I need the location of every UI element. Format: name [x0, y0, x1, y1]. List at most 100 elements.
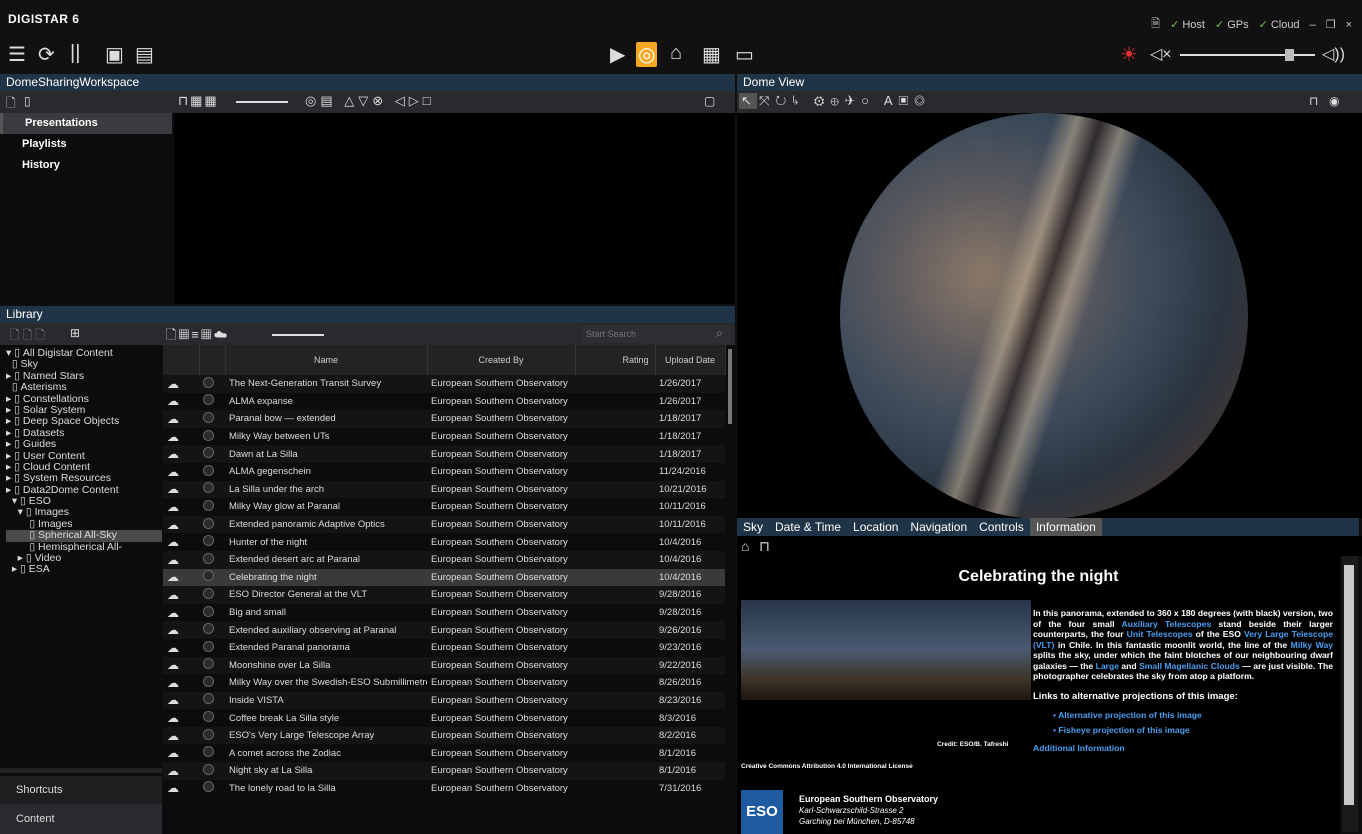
home-icon[interactable]: ⌂: [741, 538, 749, 554]
shortcuts-tab[interactable]: Shortcuts: [0, 776, 162, 804]
tree-item[interactable]: ▸ ▯ ESA: [6, 564, 162, 575]
cloud-download-icon[interactable]: ☁: [163, 392, 199, 411]
tree-expander[interactable]: ▸: [6, 553, 26, 564]
note-icon[interactable]: ▢: [704, 94, 715, 108]
tree-item[interactable]: ▸ ▯ Named Stars: [6, 371, 162, 382]
cloud-download-icon[interactable]: ☁: [163, 603, 199, 622]
link-smc[interactable]: Small Magellanic Clouds: [1139, 661, 1240, 671]
tree-item[interactable]: ▾ ▯ Images: [6, 507, 162, 518]
panorama-image[interactable]: [741, 600, 1031, 700]
sync-icon[interactable]: ⟳: [38, 42, 55, 67]
lock-icon[interactable]: ⊓: [759, 538, 770, 555]
volume-slider[interactable]: [1180, 54, 1315, 56]
tree-item[interactable]: ▸ ▯ Constellations: [6, 394, 162, 405]
pointer-icon[interactable]: ↖: [739, 93, 757, 109]
nav-playlists[interactable]: Playlists: [0, 134, 172, 155]
tree-expander[interactable]: [6, 530, 29, 541]
cloud-download-icon[interactable]: ☁: [163, 445, 199, 463]
tab-sky[interactable]: Sky: [737, 518, 769, 536]
table-vscroll[interactable]: [728, 349, 732, 424]
tab-controls[interactable]: Controls: [973, 518, 1030, 536]
tree-hscroll[interactable]: [0, 768, 162, 773]
col-rating[interactable]: Rating: [575, 345, 656, 375]
library-tree-tools[interactable]: 🗋🗋🗋: [10, 326, 48, 347]
table-row[interactable]: ☁ A comet across the Zodiac European South…: [163, 744, 725, 763]
tree-expander[interactable]: ▸: [6, 371, 14, 382]
link-large[interactable]: Large: [1096, 661, 1119, 671]
tree-item[interactable]: ▾ ▯ ESO: [6, 496, 162, 507]
size-slider[interactable]: [272, 334, 324, 336]
nav-presentations[interactable]: Presentations: [0, 113, 172, 134]
play-icon[interactable]: ▶: [610, 42, 625, 67]
cloud-download-icon[interactable]: ☁: [163, 638, 199, 657]
table-row[interactable]: ☁ ESO's Very Large Telescope Array Europea…: [163, 726, 725, 745]
minimize-icon[interactable]: –: [1310, 19, 1316, 31]
table-row[interactable]: ☁ Night sky at La Silla European Southern …: [163, 762, 725, 780]
presentation-canvas[interactable]: [174, 113, 735, 304]
tree-item[interactable]: ▸ ▯ Data2Dome Content: [6, 485, 162, 496]
table-row[interactable]: ☁ Inside VISTA European Southern Observato…: [163, 691, 725, 710]
script-icon[interactable]: ▦: [702, 42, 721, 67]
cloud-download-icon[interactable]: ☁: [163, 691, 199, 710]
table-row[interactable]: ☁ Extended desert arc at Paranal European …: [163, 550, 725, 569]
alt-link-2[interactable]: • Fisheye projection of this image: [1033, 725, 1333, 736]
additional-info-link[interactable]: Additional Information: [1033, 743, 1333, 754]
search-icon[interactable]: ⌕: [716, 326, 723, 341]
table-row[interactable]: ☁ Paranal bow — extended European Southern…: [163, 410, 725, 428]
tree-item[interactable]: ▯ Asterisms: [6, 382, 162, 393]
table-row[interactable]: ☁ Milky Way between UTs European Southern …: [163, 427, 725, 446]
tab-navigation[interactable]: Navigation: [904, 518, 973, 536]
tree-item[interactable]: ▸ ▯ System Resources: [6, 473, 162, 484]
table-row[interactable]: ☁ Extended Paranal panorama European South…: [163, 638, 725, 657]
tree-item[interactable]: ▾ ▯ All Digistar Content: [6, 348, 162, 359]
col-name[interactable]: Name: [225, 345, 428, 375]
volume-thumb[interactable]: [1285, 49, 1294, 61]
building-icon[interactable]: ⌂: [670, 42, 682, 65]
bookmark-icon[interactable]: ⊓: [1309, 94, 1318, 108]
tree-expander[interactable]: [6, 519, 29, 530]
tree-item[interactable]: ▸ ▯ Guides: [6, 439, 162, 450]
cloud-download-icon[interactable]: ☁: [163, 533, 199, 551]
table-row[interactable]: ☁ Big and small European Southern Observat…: [163, 603, 725, 622]
table-row[interactable]: ☁ Celebrating the night European Southern …: [163, 568, 725, 587]
alt-link-1[interactable]: • Alternative projection of this image: [1033, 710, 1333, 721]
tree-expander[interactable]: [6, 542, 29, 553]
tree-item[interactable]: ▸ ▯ Deep Space Objects: [6, 416, 162, 427]
tab-information[interactable]: Information: [1029, 518, 1102, 536]
table-row[interactable]: ☁ ALMA gegenschein European Southern Obser…: [163, 462, 725, 481]
tree-expander[interactable]: ▸: [6, 462, 14, 473]
table-row[interactable]: ☁ Milky Way over the Swedish-ESO Submilli…: [163, 674, 725, 692]
tree-item[interactable]: ▯ Sky: [6, 359, 162, 370]
tree-item[interactable]: ▸ ▯ Video: [6, 553, 162, 564]
cloud-download-icon[interactable]: ☁: [163, 427, 199, 446]
content-tab[interactable]: Content: [0, 804, 162, 834]
cloud-download-icon[interactable]: ☁: [163, 744, 199, 763]
link-milky-way[interactable]: Milky Way: [1291, 640, 1333, 650]
cloud-download-icon[interactable]: ☁: [163, 375, 199, 393]
screen-icon[interactable]: ▭: [735, 42, 754, 67]
table-row[interactable]: ☁ La Silla under the arch European Souther…: [163, 480, 725, 499]
table-row[interactable]: ☁ Hunter of the night European Southern Ob…: [163, 533, 725, 551]
eye-icon[interactable]: ◉: [1329, 94, 1339, 108]
add-icon[interactable]: 🗋: [6, 94, 16, 115]
info-vscroll-thumb[interactable]: [1344, 565, 1354, 805]
table-row[interactable]: ☁ ESO Director General at the VLT European…: [163, 586, 725, 604]
tree-item[interactable]: ▸ ▯ Solar System: [6, 405, 162, 416]
table-row[interactable]: ☁ Extended auxiliary observing at Paranal…: [163, 621, 725, 639]
menu-icon[interactable]: ☰: [8, 42, 26, 67]
tab-date-time[interactable]: Date & Time: [769, 518, 847, 536]
tree-expander[interactable]: ▸: [6, 564, 20, 575]
table-row[interactable]: ☁ Extended panoramic Adaptive Optics Europ…: [163, 515, 725, 534]
tree-expander[interactable]: ▾: [6, 348, 14, 359]
cloud-download-icon[interactable]: ☁: [163, 568, 199, 587]
nav-history[interactable]: History: [0, 155, 172, 176]
cloud-download-icon[interactable]: ☁: [163, 674, 199, 692]
folder-icon[interactable]: ▯: [24, 94, 31, 108]
tree-expander[interactable]: ▸: [6, 439, 14, 450]
cloud-download-icon[interactable]: ☁: [163, 462, 199, 481]
cloud-download-icon[interactable]: ☁: [163, 550, 199, 569]
close-icon[interactable]: ×: [1346, 19, 1352, 31]
link-auxiliary-telescopes[interactable]: Auxiliary Telescopes: [1121, 619, 1211, 629]
cloud-download-icon[interactable]: ☁: [163, 480, 199, 499]
col-upload-date[interactable]: Upload Date: [655, 345, 726, 375]
